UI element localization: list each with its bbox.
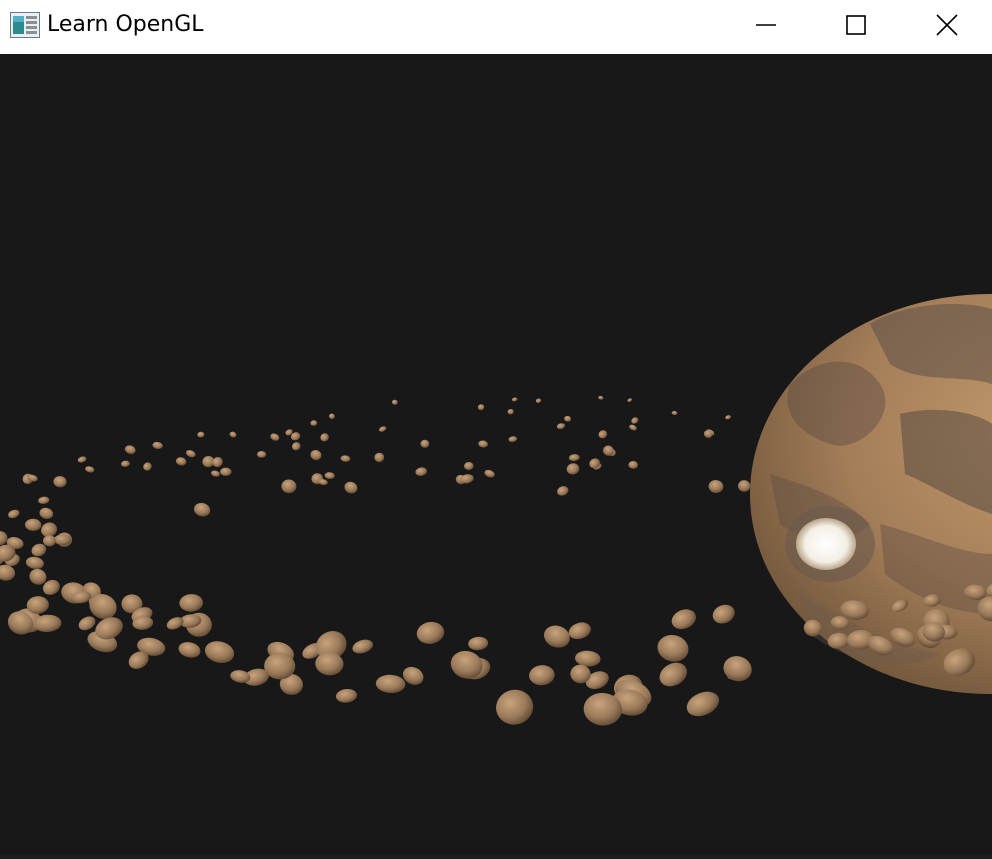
asteroid: [310, 420, 318, 426]
asteroid: [712, 604, 735, 624]
opengl-viewport[interactable]: [0, 54, 992, 859]
asteroid: [566, 463, 580, 475]
opengl-window-icon: [10, 12, 40, 38]
asteroid: [328, 413, 335, 420]
asteroid: [335, 688, 358, 703]
asteroid: [671, 410, 678, 416]
asteroid: [628, 460, 638, 469]
asteroid: [143, 462, 152, 471]
app-window: Learn OpenGL: [0, 0, 992, 859]
asteroid: [53, 476, 67, 488]
asteroid: [598, 430, 608, 439]
asteroid: [212, 457, 223, 467]
asteroid: [25, 556, 44, 570]
asteroid: [229, 431, 237, 438]
asteroid: [85, 466, 95, 473]
asteroid: [557, 486, 569, 496]
asteroid: [220, 467, 232, 476]
asteroid: [723, 656, 752, 682]
asteroid: [378, 426, 387, 432]
asteroid: [529, 665, 555, 686]
asteroid: [416, 621, 445, 644]
title-bar[interactable]: Learn OpenGL: [0, 0, 992, 52]
asteroid: [291, 442, 301, 451]
asteroid: [204, 641, 235, 663]
asteroid: [121, 460, 130, 467]
asteroid: [708, 479, 724, 494]
asteroid: [210, 470, 220, 477]
asteroid: [257, 451, 267, 458]
asteroid: [320, 433, 329, 442]
window-title: Learn OpenGL: [47, 12, 204, 37]
asteroid: [598, 395, 604, 400]
asteroid: [568, 622, 591, 640]
asteroid: [179, 594, 203, 612]
asteroid: [477, 404, 485, 411]
asteroid: [77, 456, 87, 463]
asteroid: [39, 507, 54, 520]
asteroid: [25, 518, 42, 532]
asteroid: [185, 450, 196, 458]
minimize-icon: [756, 24, 776, 26]
asteroid: [659, 662, 688, 687]
asteroid: [374, 452, 385, 463]
asteroid: [657, 634, 689, 662]
asteroid: [507, 408, 514, 415]
asteroid: [535, 398, 542, 403]
asteroid: [281, 479, 297, 494]
asteroid: [629, 424, 637, 431]
asteroid: [0, 500, 2, 522]
asteroid: [43, 535, 56, 547]
close-icon: [936, 14, 958, 36]
asteroid: [568, 454, 580, 462]
asteroid: [496, 689, 534, 725]
asteroid: [631, 417, 639, 424]
asteroid: [468, 636, 489, 651]
asteroid: [478, 440, 488, 448]
asteroid: [464, 461, 474, 471]
maximize-icon: [846, 15, 866, 35]
asteroid: [511, 397, 518, 402]
asteroid: [352, 639, 374, 654]
asteroid: [556, 423, 566, 429]
maximize-button[interactable]: [810, 0, 902, 52]
asteroid: [627, 398, 633, 402]
bottom-edge: [0, 855, 992, 859]
minimize-button[interactable]: [720, 0, 812, 52]
asteroid: [671, 609, 696, 630]
asteroid: [178, 642, 201, 658]
asteroid: [725, 415, 732, 420]
asteroid: [78, 616, 96, 631]
asteroid: [193, 502, 211, 517]
asteroid: [324, 472, 335, 480]
asteroid: [686, 691, 720, 717]
asteroid: [738, 480, 751, 492]
asteroid: [38, 496, 50, 504]
asteroid: [375, 674, 406, 694]
render-scene: [0, 294, 992, 726]
asteroid: [270, 433, 280, 441]
asteroid: [415, 467, 427, 476]
asteroid: [575, 650, 601, 667]
asteroid: [124, 445, 136, 455]
asteroid: [8, 509, 20, 519]
asteroid: [543, 625, 570, 648]
asteroid: [310, 450, 322, 461]
asteroid: [484, 469, 495, 478]
asteroid: [344, 481, 358, 494]
asteroid: [152, 441, 163, 449]
close-button[interactable]: [900, 0, 992, 52]
asteroid: [175, 457, 187, 466]
asteroid: [197, 431, 205, 438]
asteroid: [564, 415, 572, 422]
asteroid: [508, 436, 518, 442]
asteroid: [420, 439, 430, 448]
asteroid: [391, 399, 398, 405]
asteroid: [340, 455, 351, 462]
asteroid: [0, 564, 16, 581]
